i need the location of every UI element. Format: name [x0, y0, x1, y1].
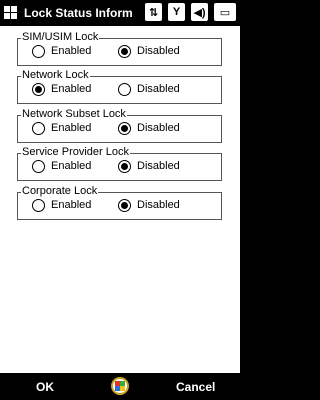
radio-label: Enabled [51, 83, 92, 95]
radio-enabled[interactable]: Enabled [32, 44, 91, 58]
radio-label: Enabled [51, 160, 92, 172]
volume-icon[interactable]: ◀) [191, 3, 208, 21]
radio-disabled[interactable]: Disabled [118, 44, 180, 58]
radio-button[interactable] [118, 198, 131, 212]
group-label: SIM/USIM Lock [21, 30, 100, 44]
battery-icon[interactable]: ▭ [214, 3, 236, 21]
radio-disabled[interactable]: Disabled [118, 198, 180, 212]
signal-icon[interactable]: Y [168, 3, 185, 21]
input-method-icon[interactable] [111, 377, 129, 395]
radio-enabled[interactable]: Enabled [32, 121, 91, 135]
radio-button[interactable] [32, 121, 45, 135]
group-corporate-lock: Corporate Lock Enabled Disabled [17, 184, 222, 220]
radio-enabled[interactable]: Enabled [32, 82, 91, 96]
ok-softkey[interactable]: OK [36, 380, 54, 394]
radio-enabled[interactable]: Enabled [32, 198, 91, 212]
radio-button[interactable] [118, 159, 131, 173]
group-network-lock: Network Lock Enabled Disabled [17, 68, 222, 104]
status-icons: ⇅ Y ◀) ▭ [145, 3, 236, 21]
radio-label: Disabled [137, 45, 180, 57]
group-label: Network Subset Lock [21, 107, 127, 121]
radio-label: Disabled [137, 122, 180, 134]
radio-label: Disabled [137, 83, 180, 95]
radio-disabled[interactable]: Disabled [118, 82, 180, 96]
network-icon[interactable]: ⇅ [145, 3, 162, 21]
cancel-softkey[interactable]: Cancel [176, 380, 215, 394]
radio-disabled[interactable]: Disabled [118, 121, 180, 135]
radio-label: Disabled [137, 199, 180, 211]
radio-disabled[interactable]: Disabled [118, 159, 180, 173]
radio-button[interactable] [118, 121, 131, 135]
radio-button[interactable] [32, 198, 45, 212]
group-label: Network Lock [21, 68, 90, 82]
radio-label: Enabled [51, 45, 92, 57]
title-bar: Lock Status Inform ⇅ Y ◀) ▭ [0, 0, 240, 26]
group-label: Service Provider Lock [21, 145, 130, 159]
radio-button[interactable] [32, 159, 45, 173]
radio-button[interactable] [32, 82, 45, 96]
windows-start-icon[interactable] [4, 6, 18, 20]
group-label: Corporate Lock [21, 184, 99, 198]
group-network-subset-lock: Network Subset Lock Enabled Disabled [17, 107, 222, 143]
lock-status-form: SIM/USIM Lock Enabled Disabled Network L… [0, 26, 240, 373]
radio-button[interactable] [32, 44, 45, 58]
soft-key-bar: OK Cancel [0, 373, 240, 400]
group-sim-usim-lock: SIM/USIM Lock Enabled Disabled [17, 30, 222, 66]
radio-enabled[interactable]: Enabled [32, 159, 91, 173]
radio-label: Enabled [51, 122, 92, 134]
group-service-provider-lock: Service Provider Lock Enabled Disabled [17, 145, 222, 181]
window-title: Lock Status Inform [24, 6, 133, 20]
radio-label: Disabled [137, 160, 180, 172]
radio-label: Enabled [51, 199, 92, 211]
radio-button[interactable] [118, 82, 131, 96]
radio-button[interactable] [118, 44, 131, 58]
